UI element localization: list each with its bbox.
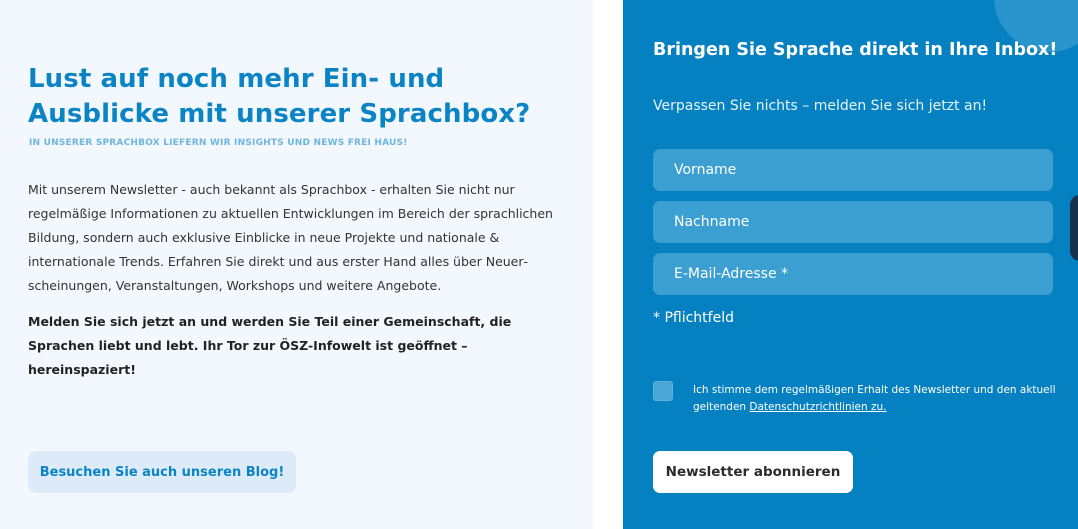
last-name-field[interactable]	[653, 201, 1053, 243]
newsletter-call-to-action: Melden Sie sich jetzt an und werden Sie …	[28, 314, 512, 377]
consent-label: Ich stimme dem regelmäßigen Erhalt des N…	[693, 382, 1063, 415]
subscribe-button[interactable]: Newsletter abonnieren	[653, 451, 853, 493]
consent-checkbox[interactable]	[653, 381, 673, 401]
form-title: Bringen Sie Sprache direkt in Ihre Inbox…	[653, 40, 1058, 60]
required-field-note: * Pflichtfeld	[653, 310, 734, 326]
page-title: Lust auf noch mehr Ein- und Ausblicke mi…	[28, 64, 531, 129]
privacy-policy-link[interactable]: Datenschutzrichtlinien zu.	[749, 401, 886, 413]
form-subtitle: Verpassen Sie nichts – melden Sie sich j…	[653, 98, 988, 114]
side-tab-handle[interactable]	[1070, 195, 1078, 261]
email-field[interactable]	[653, 253, 1053, 295]
info-panel: Lust auf noch mehr Ein- und Ausblicke mi…	[0, 0, 593, 529]
newsletter-description: Mit unserem Newsletter - auch bekannt al…	[28, 182, 553, 293]
visit-blog-button[interactable]: Besuchen Sie auch unseren Blog!	[28, 451, 296, 493]
newsletter-form-panel: Bringen Sie Sprache direkt in Ihre Inbox…	[623, 0, 1078, 529]
page-subheading: IN UNSERER SPRACHBOX LIEFERN WIR INSIGHT…	[29, 138, 408, 148]
first-name-field[interactable]	[653, 149, 1053, 191]
